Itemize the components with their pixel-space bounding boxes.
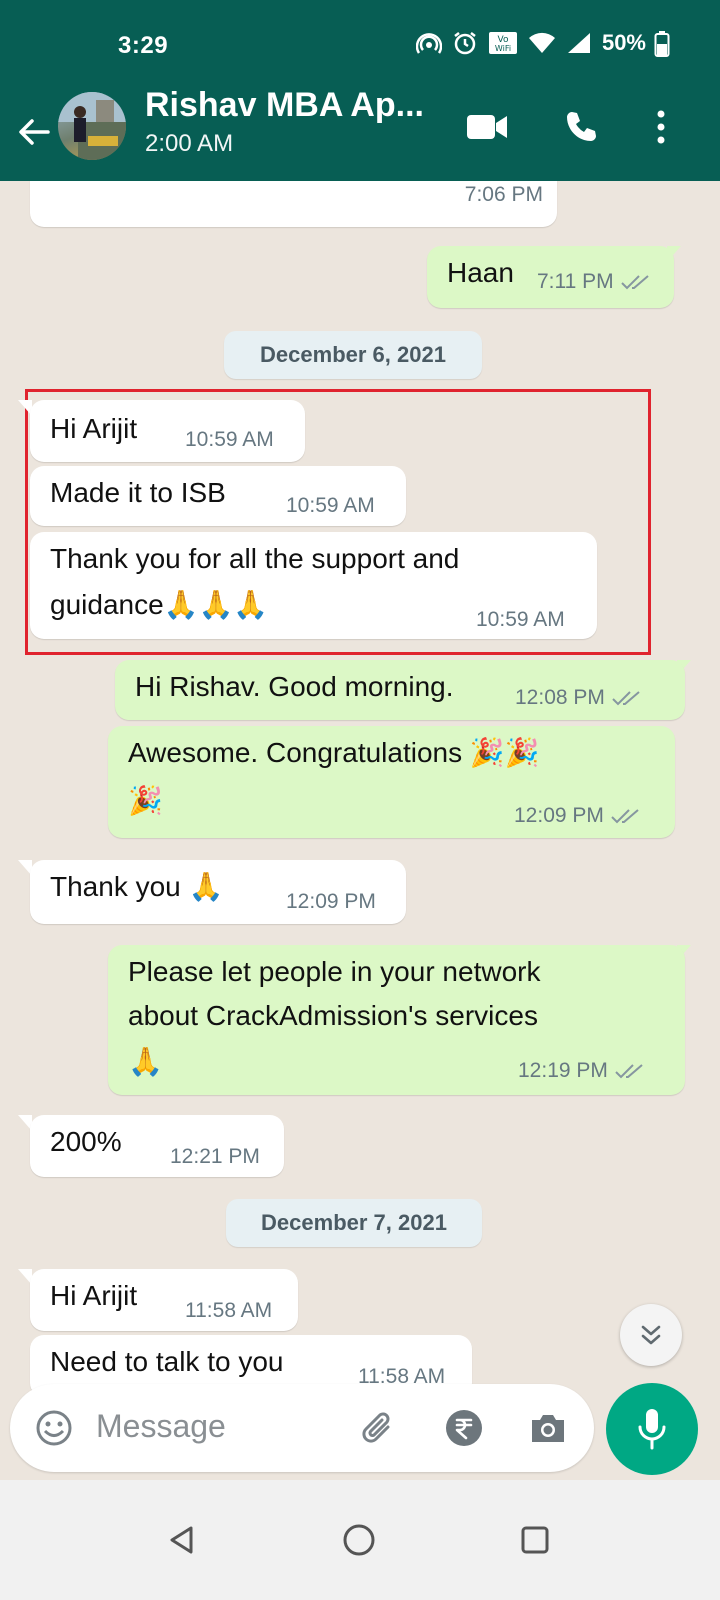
battery-icon xyxy=(654,31,670,57)
message-incoming[interactable]: Made it to ISB 10:59 AM xyxy=(30,466,406,526)
chat-header: Rishav MBA Ap... 2:00 AM xyxy=(0,86,720,181)
date-separator: December 6, 2021 xyxy=(224,331,482,379)
folded-hands-emoji: 🙏 xyxy=(128,1045,163,1078)
message-outgoing[interactable]: Awesome. Congratulations 🎉🎉 🎉 12:09 PM xyxy=(108,726,675,838)
camera-icon xyxy=(532,1415,564,1442)
read-ticks-icon xyxy=(612,691,640,706)
back-button[interactable] xyxy=(14,112,54,152)
nav-recents-button[interactable] xyxy=(505,1510,565,1570)
message-text-line2: guidance🙏🙏🙏 xyxy=(50,588,269,621)
message-outgoing[interactable]: Haan 7:11 PM xyxy=(427,246,674,308)
message-input[interactable]: Message xyxy=(96,1408,226,1445)
party-popper-emoji: 🎉🎉 xyxy=(469,736,540,769)
avatar[interactable] xyxy=(58,92,126,160)
video-call-button[interactable] xyxy=(462,102,512,152)
message-text-line2: about CrackAdmission's services xyxy=(128,1000,538,1031)
arrow-left-icon xyxy=(19,119,50,145)
nav-back-button[interactable] xyxy=(152,1510,212,1570)
message-time: 12:09 PM xyxy=(286,890,376,913)
wifi-icon xyxy=(528,32,555,53)
hotspot-icon xyxy=(415,33,442,54)
circle-home-icon xyxy=(343,1524,375,1556)
chat-area[interactable]: 7:06 PM Haan 7:11 PM December 6, 2021 Hi… xyxy=(0,181,720,1421)
folded-hands-emoji: 🙏🙏🙏 xyxy=(163,588,269,621)
emoji-icon xyxy=(36,1410,72,1446)
attach-button[interactable] xyxy=(354,1404,402,1452)
more-options-button[interactable] xyxy=(636,102,686,152)
message-incoming[interactable]: 7:06 PM xyxy=(30,181,557,227)
message-outgoing[interactable]: Please let people in your network about … xyxy=(108,945,685,1095)
message-time: 10:59 AM xyxy=(286,494,375,517)
message-text: Thank you 🙏 xyxy=(50,870,224,903)
message-text: Awesome. Congratulations 🎉🎉 xyxy=(128,736,540,769)
more-vert-icon xyxy=(657,110,665,144)
message-text: Hi Arijit xyxy=(50,1280,138,1311)
signal-icon xyxy=(567,33,590,53)
message-outgoing[interactable]: Hi Rishav. Good morning. 12:08 PM xyxy=(115,660,685,720)
payment-button[interactable] xyxy=(440,1404,488,1452)
message-incoming[interactable]: Hi Arijit 11:58 AM xyxy=(30,1269,298,1331)
message-time: 12:21 PM xyxy=(170,1145,260,1168)
camera-button[interactable] xyxy=(524,1404,572,1452)
nav-home-button[interactable] xyxy=(329,1510,389,1570)
triangle-back-icon xyxy=(170,1526,193,1554)
top-bar: 3:29 Vo WiFi 50% Rishav MBA Ap... 2:00 AM xyxy=(0,0,720,181)
message-time: 7:11 PM xyxy=(537,270,652,294)
message-time: 12:08 PM xyxy=(515,686,643,710)
message-text: Need to talk to you xyxy=(50,1346,284,1377)
message-text: Hi Arijit xyxy=(50,413,138,444)
message-time: 12:19 PM xyxy=(518,1059,646,1083)
party-popper-emoji: 🎉 xyxy=(128,784,163,817)
video-call-icon xyxy=(467,115,507,139)
status-bar: 3:29 Vo WiFi 50% xyxy=(0,0,720,92)
message-text: Made it to ISB xyxy=(50,477,226,508)
date-separator: December 7, 2021 xyxy=(226,1199,482,1247)
read-ticks-icon xyxy=(620,275,649,290)
read-ticks-icon xyxy=(615,1064,643,1079)
contact-name[interactable]: Rishav MBA Ap... xyxy=(145,86,424,125)
message-text: Please let people in your network xyxy=(128,956,541,987)
status-icons: Vo WiFi 50% xyxy=(415,30,646,56)
last-seen: 2:00 AM xyxy=(145,130,234,157)
paperclip-icon xyxy=(362,1412,390,1443)
mic-icon xyxy=(638,1409,666,1450)
scroll-to-bottom-button[interactable] xyxy=(620,1304,682,1366)
voice-record-button[interactable] xyxy=(606,1383,698,1475)
alarm-icon xyxy=(454,32,476,55)
system-nav-bar xyxy=(0,1480,720,1600)
message-text: Hi Rishav. Good morning. xyxy=(135,671,454,702)
message-time: 10:59 AM xyxy=(476,608,565,631)
rupee-icon xyxy=(446,1410,482,1446)
message-incoming[interactable]: 200% 12:21 PM xyxy=(30,1115,284,1177)
message-text: Haan xyxy=(447,257,514,288)
message-incoming[interactable]: Thank you 🙏 12:09 PM xyxy=(30,860,406,924)
message-incoming[interactable]: Thank you for all the support and guidan… xyxy=(30,532,597,639)
double-chevron-down-icon xyxy=(641,1325,661,1345)
emoji-button[interactable] xyxy=(30,1404,78,1452)
message-time: 11:58 AM xyxy=(185,1299,273,1322)
read-ticks-icon xyxy=(611,809,639,824)
message-incoming[interactable]: Hi Arijit 10:59 AM xyxy=(30,400,305,462)
bubble-tail xyxy=(667,246,681,262)
message-time: 12:09 PM xyxy=(514,804,642,828)
voice-call-button[interactable] xyxy=(556,102,606,152)
folded-hands-emoji: 🙏 xyxy=(188,870,224,903)
square-recents-icon xyxy=(521,1526,549,1554)
svg-text:WiFi: WiFi xyxy=(495,44,511,53)
message-composer[interactable]: Message xyxy=(10,1384,594,1472)
message-text: 200% xyxy=(50,1126,122,1157)
message-time: 7:06 PM xyxy=(464,183,543,206)
battery-percent: 50% xyxy=(601,30,646,55)
message-time: 10:59 AM xyxy=(185,428,274,451)
phone-icon xyxy=(567,112,596,141)
status-time: 3:29 xyxy=(118,32,169,59)
message-text: Thank you for all the support and xyxy=(50,543,460,574)
vowifi-icon: VoWiFi xyxy=(488,32,517,54)
